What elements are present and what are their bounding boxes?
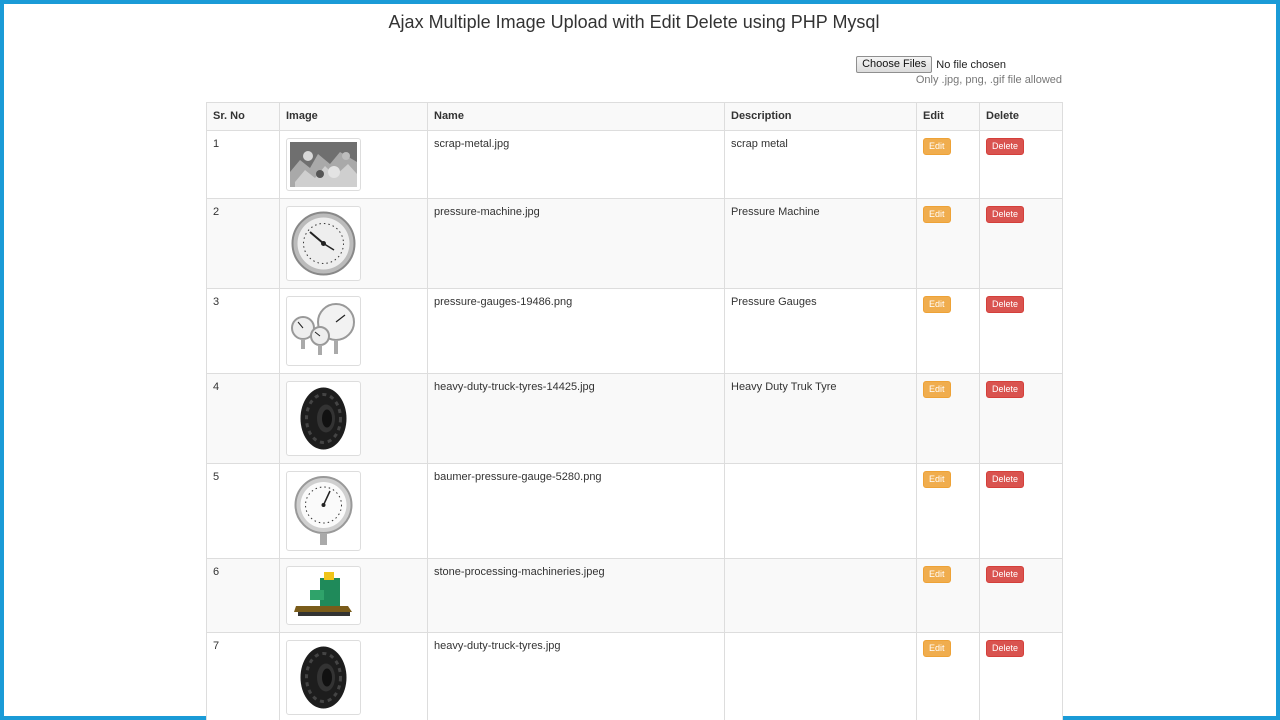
- header-edit: Edit: [916, 102, 980, 131]
- truck-tyre-image: [286, 381, 361, 456]
- stone-machine-image: [286, 566, 361, 625]
- scrap-metal-image: [286, 138, 361, 191]
- description-cell: [724, 463, 917, 559]
- delete-button[interactable]: Delete: [986, 566, 1025, 583]
- delete-button[interactable]: Delete: [986, 206, 1025, 223]
- table-row: 2 pressure-machine.jpg Pressure Machine: [206, 198, 1063, 289]
- truck-tyre-image: [286, 640, 361, 715]
- description-cell: Pressure Gauges: [724, 288, 917, 374]
- edit-button[interactable]: Edit: [923, 206, 951, 223]
- header-sr-no: Sr. No: [206, 102, 280, 131]
- pressure-gauges-image: [286, 296, 361, 366]
- header-delete: Delete: [979, 102, 1063, 131]
- header-name: Name: [427, 102, 725, 131]
- sr-no-cell: 2: [206, 198, 280, 289]
- name-cell: baumer-pressure-gauge-5280.png: [427, 463, 725, 559]
- description-cell: Heavy Duty Truk Tyre: [724, 373, 917, 464]
- upload-hint: Only .jpg, png, .gif file allowed: [915, 74, 1062, 86]
- name-cell: pressure-gauges-19486.png: [427, 288, 725, 374]
- name-cell: pressure-machine.jpg: [427, 198, 725, 289]
- name-cell: stone-processing-machineries.jpeg: [427, 558, 725, 633]
- table-row: 3 pressure-gauges-19486.png Pressure Gau…: [206, 288, 1063, 374]
- pressure-machine-image: [286, 206, 361, 281]
- name-cell: heavy-duty-truck-tyres.jpg: [427, 632, 725, 720]
- edit-button[interactable]: Edit: [923, 471, 951, 488]
- file-status: No file chosen: [936, 58, 1006, 71]
- header-image: Image: [279, 102, 428, 131]
- choose-files-button[interactable]: Choose Files: [856, 56, 933, 73]
- sr-no-cell: 5: [206, 463, 280, 559]
- delete-button[interactable]: Delete: [986, 138, 1025, 155]
- description-cell: Pressure Machine: [724, 198, 917, 289]
- table-row: 1 scrap-metal.jpg scrap metal Edit Delet…: [206, 130, 1063, 199]
- table-row: 4 heavy-duty-truck-tyres-14425.jpg Heavy…: [206, 373, 1063, 464]
- name-cell: scrap-metal.jpg: [427, 130, 725, 199]
- sr-no-cell: 1: [206, 130, 280, 199]
- table-header-row: Sr. No Image Name Description Edit Delet…: [206, 102, 1063, 131]
- description-cell: [724, 558, 917, 633]
- delete-button[interactable]: Delete: [986, 296, 1025, 313]
- edit-button[interactable]: Edit: [923, 381, 951, 398]
- sr-no-cell: 6: [206, 558, 280, 633]
- sr-no-cell: 4: [206, 373, 280, 464]
- name-cell: heavy-duty-truck-tyres-14425.jpg: [427, 373, 725, 464]
- table-row: 6 stone-processing-machineries.jpeg Edit…: [206, 558, 1063, 633]
- page-title: Ajax Multiple Image Upload with Edit Del…: [388, 12, 880, 32]
- edit-button[interactable]: Edit: [923, 138, 951, 155]
- description-cell: [724, 632, 917, 720]
- table-row: 7 heavy-duty-truck-tyres.jpg Edit Delete: [206, 632, 1063, 720]
- description-cell: scrap metal: [724, 130, 917, 199]
- header-description: Description: [724, 102, 917, 131]
- edit-button[interactable]: Edit: [923, 566, 951, 583]
- edit-button[interactable]: Edit: [923, 640, 951, 657]
- baumer-gauge-image: [286, 471, 361, 551]
- delete-button[interactable]: Delete: [986, 471, 1025, 488]
- images-table: Sr. No Image Name Description Edit Delet…: [206, 102, 1063, 720]
- edit-button[interactable]: Edit: [923, 296, 951, 313]
- sr-no-cell: 3: [206, 288, 280, 374]
- sr-no-cell: 7: [206, 632, 280, 720]
- delete-button[interactable]: Delete: [986, 381, 1025, 398]
- table-row: 5 baumer-pressure-gauge-5280.png Edit De…: [206, 463, 1063, 559]
- delete-button[interactable]: Delete: [986, 640, 1025, 657]
- file-upload[interactable]: Choose Files No file chosen: [856, 56, 1006, 73]
